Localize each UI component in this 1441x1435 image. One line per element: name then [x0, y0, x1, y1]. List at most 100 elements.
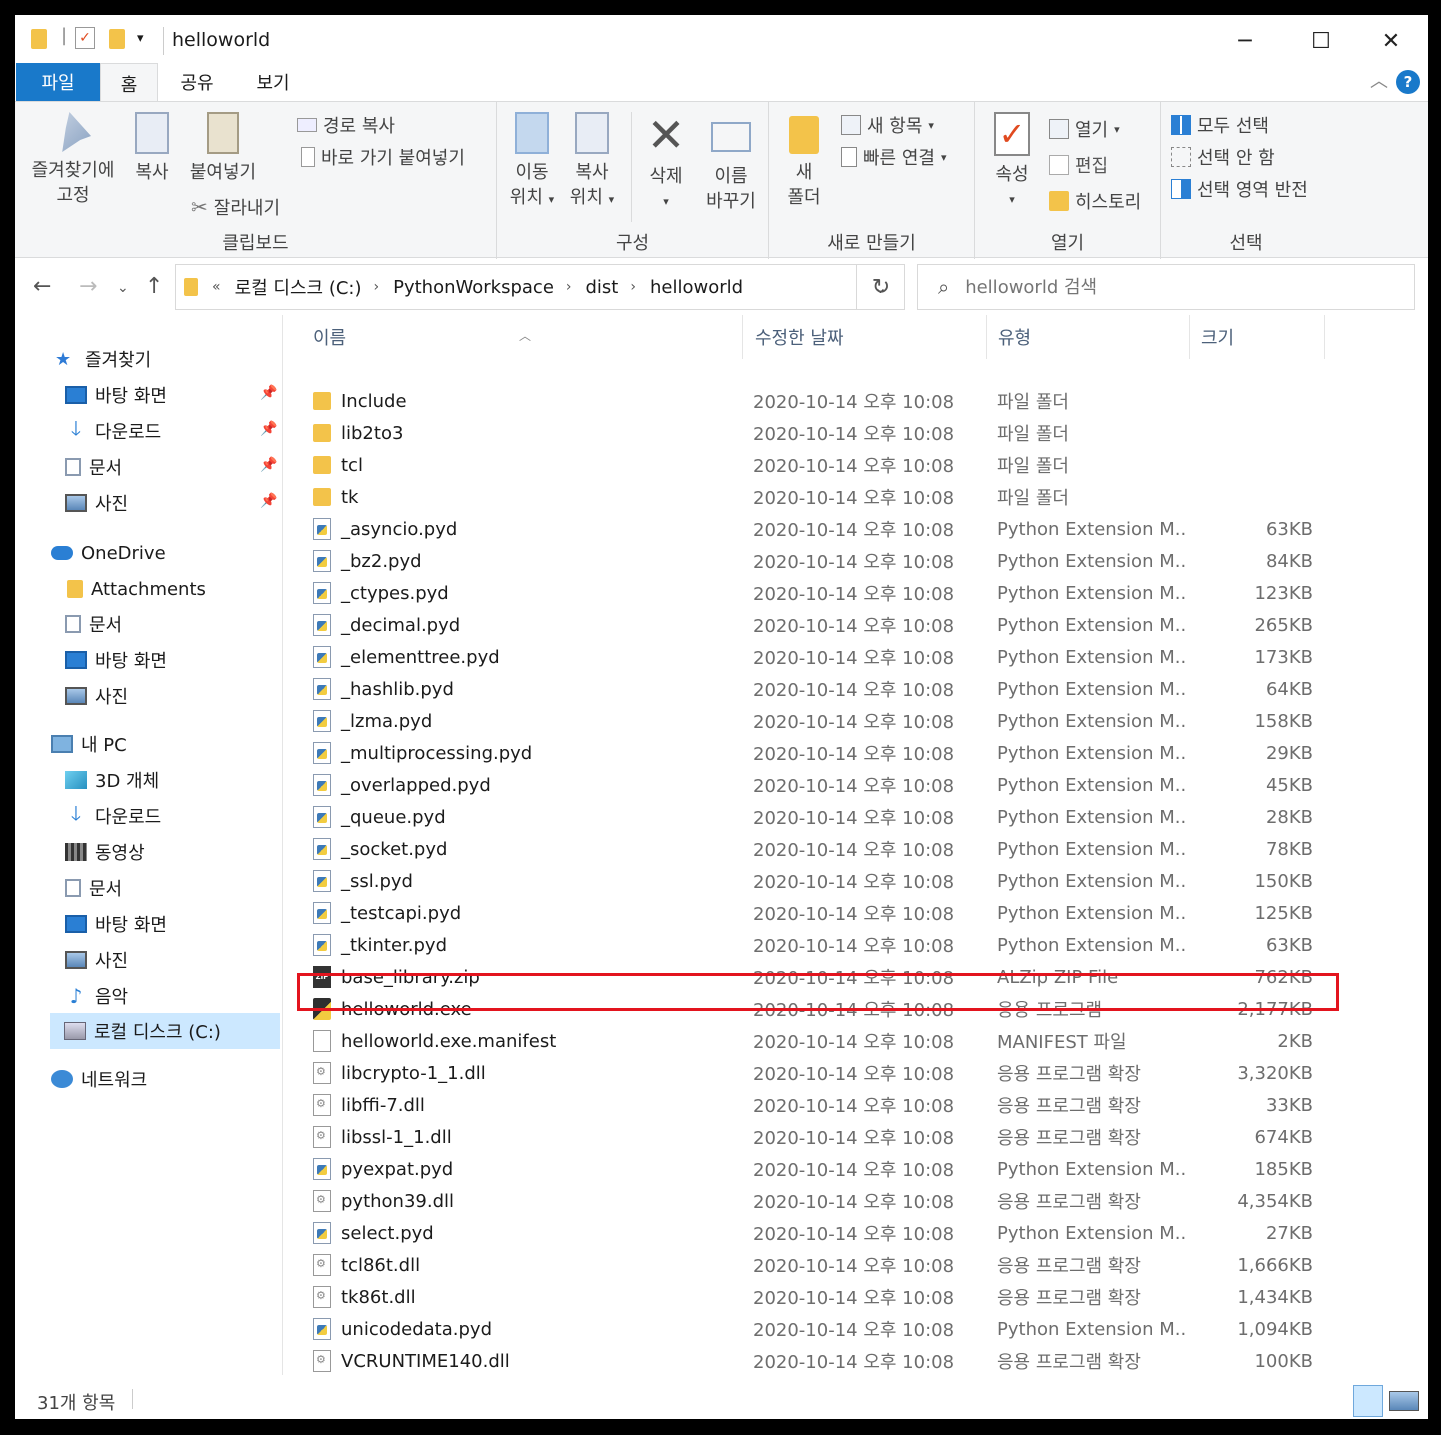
address-bar[interactable]: « 로컬 디스크 (C:) › PythonWorkspace › dist ›… [175, 264, 905, 310]
copy-button[interactable]: 복사 [127, 112, 177, 185]
nav-pc-desktop[interactable]: 바탕 화면 [65, 906, 167, 942]
file-name-cell[interactable]: _decimal.pyd [313, 609, 733, 641]
up-arrow-icon[interactable]: ↑ [145, 274, 163, 299]
file-name-cell[interactable]: _lzma.pyd [313, 705, 733, 737]
file-name-cell[interactable]: _elementtree.pyd [313, 641, 733, 673]
nav-onedrive-pictures[interactable]: 사진 [65, 678, 128, 714]
table-row[interactable]: Include 2020-10-14 오후 10:08 파일 폴더 [305, 385, 1315, 417]
new-folder-quick-icon[interactable] [109, 29, 125, 49]
copy-path-button[interactable]: 경로 복사 [297, 112, 395, 138]
nav-pc-downloads[interactable]: 🡓 다운로드 [65, 798, 161, 834]
crumb-local-disk[interactable]: 로컬 디스크 (C:) [235, 274, 362, 300]
new-item-button[interactable]: 새 항목 ▾ [841, 112, 934, 138]
nav-onedrive[interactable]: OneDrive [51, 535, 166, 571]
table-row[interactable]: select.pyd 2020-10-14 오후 10:08 Python Exte… [305, 1217, 1315, 1249]
nav-music[interactable]: ♪ 음악 [65, 978, 129, 1014]
nav-videos[interactable]: 동영상 [65, 834, 145, 870]
paste-button[interactable]: 붙여넣기 [183, 112, 263, 185]
table-row[interactable]: tcl 2020-10-14 오후 10:08 파일 폴더 [305, 449, 1315, 481]
nav-pc-documents[interactable]: 문서 [65, 870, 122, 906]
select-none-button[interactable]: 선택 안 함 [1171, 144, 1275, 170]
chevron-right-icon[interactable]: › [374, 279, 380, 295]
file-name-cell[interactable]: tk86t.dll [313, 1281, 733, 1313]
file-name-cell[interactable]: tcl86t.dll [313, 1249, 733, 1281]
file-name-cell[interactable]: _asyncio.pyd [313, 513, 733, 545]
file-name-cell[interactable]: lib2to3 [313, 417, 733, 449]
collapse-ribbon-icon[interactable]: ︿ [1370, 67, 1388, 93]
select-all-button[interactable]: 모두 선택 [1171, 112, 1269, 138]
rename-button[interactable]: 이름 바꾸기 [701, 112, 761, 214]
table-row[interactable]: _overlapped.pyd 2020-10-14 오후 10:08 Python… [305, 769, 1315, 801]
table-row[interactable]: _hashlib.pyd 2020-10-14 오후 10:08 Python Ex… [305, 673, 1315, 705]
file-name-cell[interactable]: libffi-7.dll [313, 1089, 733, 1121]
nav-desktop[interactable]: 바탕 화면 [65, 377, 167, 413]
easy-access-button[interactable]: 빠른 연결 ▾ [841, 144, 947, 170]
table-row[interactable]: pyexpat.pyd 2020-10-14 오후 10:08 Python Ext… [305, 1153, 1315, 1185]
table-row[interactable]: python39.dll 2020-10-14 오후 10:08 응용 프로그램 확… [305, 1185, 1315, 1217]
file-name-cell[interactable]: Include [313, 385, 733, 417]
chevron-right-icon[interactable]: › [630, 279, 636, 295]
table-row[interactable]: unicodedata.pyd 2020-10-14 오후 10:08 Python… [305, 1313, 1315, 1345]
file-name-cell[interactable]: select.pyd [313, 1217, 733, 1249]
table-row[interactable]: _multiprocessing.pyd 2020-10-14 오후 10:08 P… [305, 737, 1315, 769]
table-row[interactable]: _testcapi.pyd 2020-10-14 오후 10:08 Python E… [305, 897, 1315, 929]
table-row[interactable]: helloworld.exe.manifest 2020-10-14 오후 10:… [305, 1025, 1315, 1057]
details-view-icon[interactable] [1353, 1385, 1383, 1417]
help-icon[interactable]: ? [1396, 70, 1420, 94]
table-row[interactable]: _ssl.pyd 2020-10-14 오후 10:08 Python Extens… [305, 865, 1315, 897]
crumb-helloworld[interactable]: helloworld [650, 277, 743, 298]
table-row[interactable]: _asyncio.pyd 2020-10-14 오후 10:08 Python Ex… [305, 513, 1315, 545]
edit-button[interactable]: 편집 [1049, 152, 1108, 178]
table-row[interactable]: VCRUNTIME140.dll 2020-10-14 오후 10:08 응용 프로… [305, 1345, 1315, 1377]
file-name-cell[interactable]: pyexpat.pyd [313, 1153, 733, 1185]
properties-button[interactable]: ✓ 속성 ▾ [987, 112, 1037, 212]
nav-quick-access[interactable]: ★ 즐겨찾기 [55, 341, 151, 377]
nav-this-pc[interactable]: 내 PC [51, 726, 127, 762]
chevron-right-icon[interactable]: › [566, 279, 572, 295]
file-name-cell[interactable]: python39.dll [313, 1185, 733, 1217]
file-name-cell[interactable]: _ssl.pyd [313, 865, 733, 897]
nav-pictures[interactable]: 사진 [65, 485, 128, 521]
tab-view[interactable]: 보기 [241, 63, 305, 101]
nav-local-disk[interactable]: 로컬 디스크 (C:) [50, 1013, 280, 1049]
pinned-icon[interactable]: 📌 [260, 385, 277, 401]
invert-selection-button[interactable]: 선택 영역 반전 [1171, 176, 1308, 202]
table-row[interactable]: _bz2.pyd 2020-10-14 오후 10:08 Python Extens… [305, 545, 1315, 577]
file-name-cell[interactable]: _hashlib.pyd [313, 673, 733, 705]
customize-quick-access-icon[interactable]: ▾ [137, 31, 144, 46]
refresh-icon[interactable]: ↻ [857, 264, 905, 310]
maximize-button[interactable]: ☐ [1291, 21, 1351, 61]
table-row[interactable]: _socket.pyd 2020-10-14 오후 10:08 Python Ext… [305, 833, 1315, 865]
file-name-cell[interactable]: unicodedata.pyd [313, 1313, 733, 1345]
file-name-cell[interactable]: helloworld.exe.manifest [313, 1025, 733, 1057]
pinned-icon[interactable]: 📌 [260, 457, 277, 473]
tab-file[interactable]: 파일 [16, 63, 100, 101]
nav-documents[interactable]: 문서 [65, 449, 122, 485]
nav-onedrive-desktop[interactable]: 바탕 화면 [65, 642, 167, 678]
minimize-button[interactable]: ─ [1215, 21, 1275, 61]
table-row[interactable]: _lzma.pyd 2020-10-14 오후 10:08 Python Exten… [305, 705, 1315, 737]
file-name-cell[interactable]: _queue.pyd [313, 801, 733, 833]
nav-onedrive-documents[interactable]: 문서 [65, 606, 122, 642]
nav-network[interactable]: 네트워크 [51, 1061, 147, 1097]
file-name-cell[interactable]: _multiprocessing.pyd [313, 737, 733, 769]
file-name-cell[interactable]: _overlapped.pyd [313, 769, 733, 801]
table-row[interactable]: _decimal.pyd 2020-10-14 오후 10:08 Python Ex… [305, 609, 1315, 641]
forward-arrow-icon[interactable]: → [79, 274, 97, 299]
file-name-cell[interactable]: _ctypes.pyd [313, 577, 733, 609]
column-header-size[interactable]: 크기 [1191, 315, 1325, 359]
table-row[interactable]: _queue.pyd 2020-10-14 오후 10:08 Python Exte… [305, 801, 1315, 833]
column-header-date[interactable]: 수정한 날짜 [745, 315, 987, 359]
pinned-icon[interactable]: 📌 [260, 421, 277, 437]
pinned-icon[interactable]: 📌 [260, 493, 277, 509]
file-name-cell[interactable]: tcl [313, 449, 733, 481]
recent-locations-icon[interactable]: ⌄ [117, 280, 129, 296]
file-name-cell[interactable]: libssl-1_1.dll [313, 1121, 733, 1153]
delete-button[interactable]: ✕ 삭제 ▾ [639, 112, 693, 214]
large-icons-view-icon[interactable] [1389, 1391, 1419, 1411]
file-name-cell[interactable]: _testcapi.pyd [313, 897, 733, 929]
file-name-cell[interactable]: _tkinter.pyd [313, 929, 733, 961]
table-row[interactable]: tcl86t.dll 2020-10-14 오후 10:08 응용 프로그램 확장 1… [305, 1249, 1315, 1281]
copy-to-button[interactable]: 복사 위치 ▾ [567, 112, 617, 212]
tab-home[interactable]: 홈 [100, 63, 158, 103]
